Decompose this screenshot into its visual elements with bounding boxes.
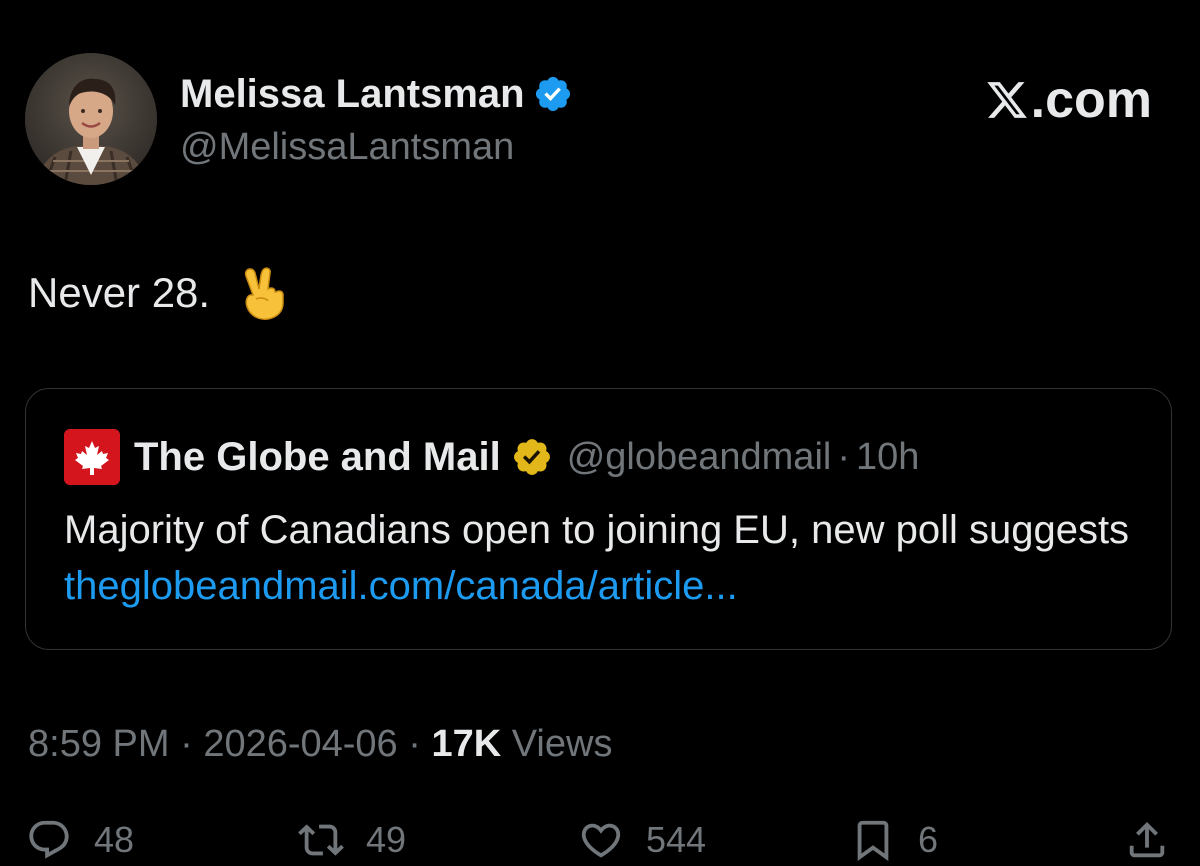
bookmark-icon xyxy=(857,820,889,861)
author-name[interactable]: Melissa Lantsman xyxy=(180,70,525,118)
quote-body: Majority of Canadians open to joining EU… xyxy=(64,502,1154,614)
brand-watermark: .com xyxy=(985,72,1152,128)
brand-label: .com xyxy=(1030,71,1152,129)
tweet-meta: 8:59 PM · 2026-04-06 · 17K Views xyxy=(28,720,612,768)
tweet-body: Never 28. xyxy=(28,269,211,316)
reply-icon xyxy=(29,820,69,859)
bookmark-button[interactable]: 6 xyxy=(850,814,938,866)
globe-and-mail-logo[interactable] xyxy=(64,429,120,485)
author-handle[interactable]: @MelissaLantsman xyxy=(180,124,514,170)
quote-author-handle[interactable]: @globeandmail xyxy=(567,436,832,479)
quoted-tweet-header: The Globe and Mail @globeandmail · 10h xyxy=(134,432,919,482)
views-label: Views xyxy=(511,723,613,765)
meta-separator: · xyxy=(180,723,193,765)
heart-icon xyxy=(581,823,621,858)
verified-badge-gold-icon xyxy=(513,439,550,475)
repost-icon xyxy=(298,824,344,856)
tweet-date[interactable]: 2026-04-06 xyxy=(203,723,397,765)
avatar-image xyxy=(25,53,157,185)
share-button[interactable] xyxy=(1124,814,1170,866)
tweet-text: Never 28. xyxy=(28,265,288,321)
maple-leaf-icon xyxy=(75,441,109,475)
repost-count: 49 xyxy=(366,819,407,860)
reply-count: 48 xyxy=(94,819,135,860)
views-count: 17K xyxy=(431,723,502,765)
like-button[interactable]: 544 xyxy=(578,814,706,866)
bookmark-count: 6 xyxy=(918,819,939,860)
avatar[interactable] xyxy=(25,53,157,185)
share-icon xyxy=(1129,821,1165,858)
repost-button[interactable]: 49 xyxy=(298,814,406,866)
verified-badge-icon xyxy=(535,76,570,112)
quote-separator: · xyxy=(837,435,850,478)
meta-separator: · xyxy=(408,723,421,765)
quote-article-link[interactable]: theglobeandmail.com/canada/article... xyxy=(64,564,738,608)
quote-text: Majority of Canadians open to joining EU… xyxy=(64,508,1130,552)
victory-hand-emoji xyxy=(244,267,284,320)
quote-timestamp[interactable]: 10h xyxy=(856,436,919,479)
quote-author-name[interactable]: The Globe and Mail xyxy=(134,435,501,480)
like-count: 544 xyxy=(646,819,707,860)
tweet-time[interactable]: 8:59 PM xyxy=(28,723,170,765)
x-logo-icon xyxy=(986,82,1027,118)
author-name-row[interactable]: Melissa Lantsman xyxy=(180,70,573,118)
reply-button[interactable]: 48 xyxy=(26,814,134,866)
